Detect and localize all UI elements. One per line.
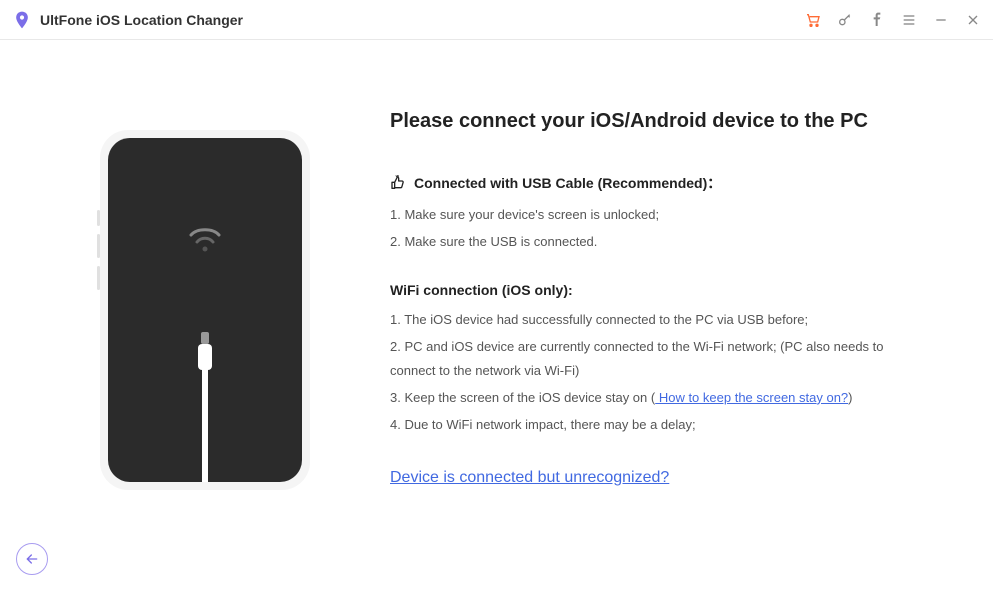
usb-step-1: 1. Make sure your device's screen is unl… <box>390 203 913 226</box>
titlebar-left: UltFone iOS Location Changer <box>12 10 243 30</box>
app-logo-icon <box>12 10 32 30</box>
instructions-panel: Please connect your iOS/Android device t… <box>390 110 953 490</box>
usb-cable-icon <box>190 332 220 482</box>
wifi-step-3-prefix: 3. Keep the screen of the iOS device sta… <box>390 390 655 405</box>
key-icon[interactable] <box>837 12 853 28</box>
thumbs-up-icon <box>390 175 406 191</box>
facebook-icon[interactable] <box>869 12 885 28</box>
wifi-step-1: 1. The iOS device had successfully conne… <box>390 308 913 331</box>
app-title: UltFone iOS Location Changer <box>40 12 243 28</box>
back-button[interactable] <box>16 543 48 575</box>
titlebar: UltFone iOS Location Changer <box>0 0 993 40</box>
main-content: Please connect your iOS/Android device t… <box>0 40 993 490</box>
wifi-step-3: 3. Keep the screen of the iOS device sta… <box>390 386 913 409</box>
phone-side-buttons <box>97 210 100 298</box>
keep-screen-on-link[interactable]: How to keep the screen stay on? <box>655 390 848 405</box>
phone-screen <box>108 138 302 482</box>
device-unrecognized-link[interactable]: Device is connected but unrecognized? <box>390 469 669 486</box>
wifi-section-heading: WiFi connection (iOS only): <box>390 282 913 298</box>
help-link-container: Device is connected but unrecognized? <box>390 469 913 487</box>
usb-step-2: 2. Make sure the USB is connected. <box>390 230 913 253</box>
usb-section-heading: Connected with USB Cable (Recommended)： <box>390 173 913 193</box>
arrow-left-icon <box>24 551 40 567</box>
phone-illustration <box>100 130 310 490</box>
close-icon[interactable] <box>965 12 981 28</box>
wifi-step-3-suffix: ) <box>848 390 852 405</box>
titlebar-right <box>805 12 981 28</box>
wifi-step-4: 4. Due to WiFi network impact, there may… <box>390 413 913 436</box>
minimize-icon[interactable] <box>933 12 949 28</box>
cart-icon[interactable] <box>805 12 821 28</box>
wifi-step-2: 2. PC and iOS device are currently conne… <box>390 335 913 382</box>
usb-title-text: Connected with USB Cable (Recommended)： <box>414 173 721 193</box>
page-title: Please connect your iOS/Android device t… <box>390 110 913 133</box>
menu-icon[interactable] <box>901 12 917 28</box>
wifi-icon <box>185 223 225 253</box>
